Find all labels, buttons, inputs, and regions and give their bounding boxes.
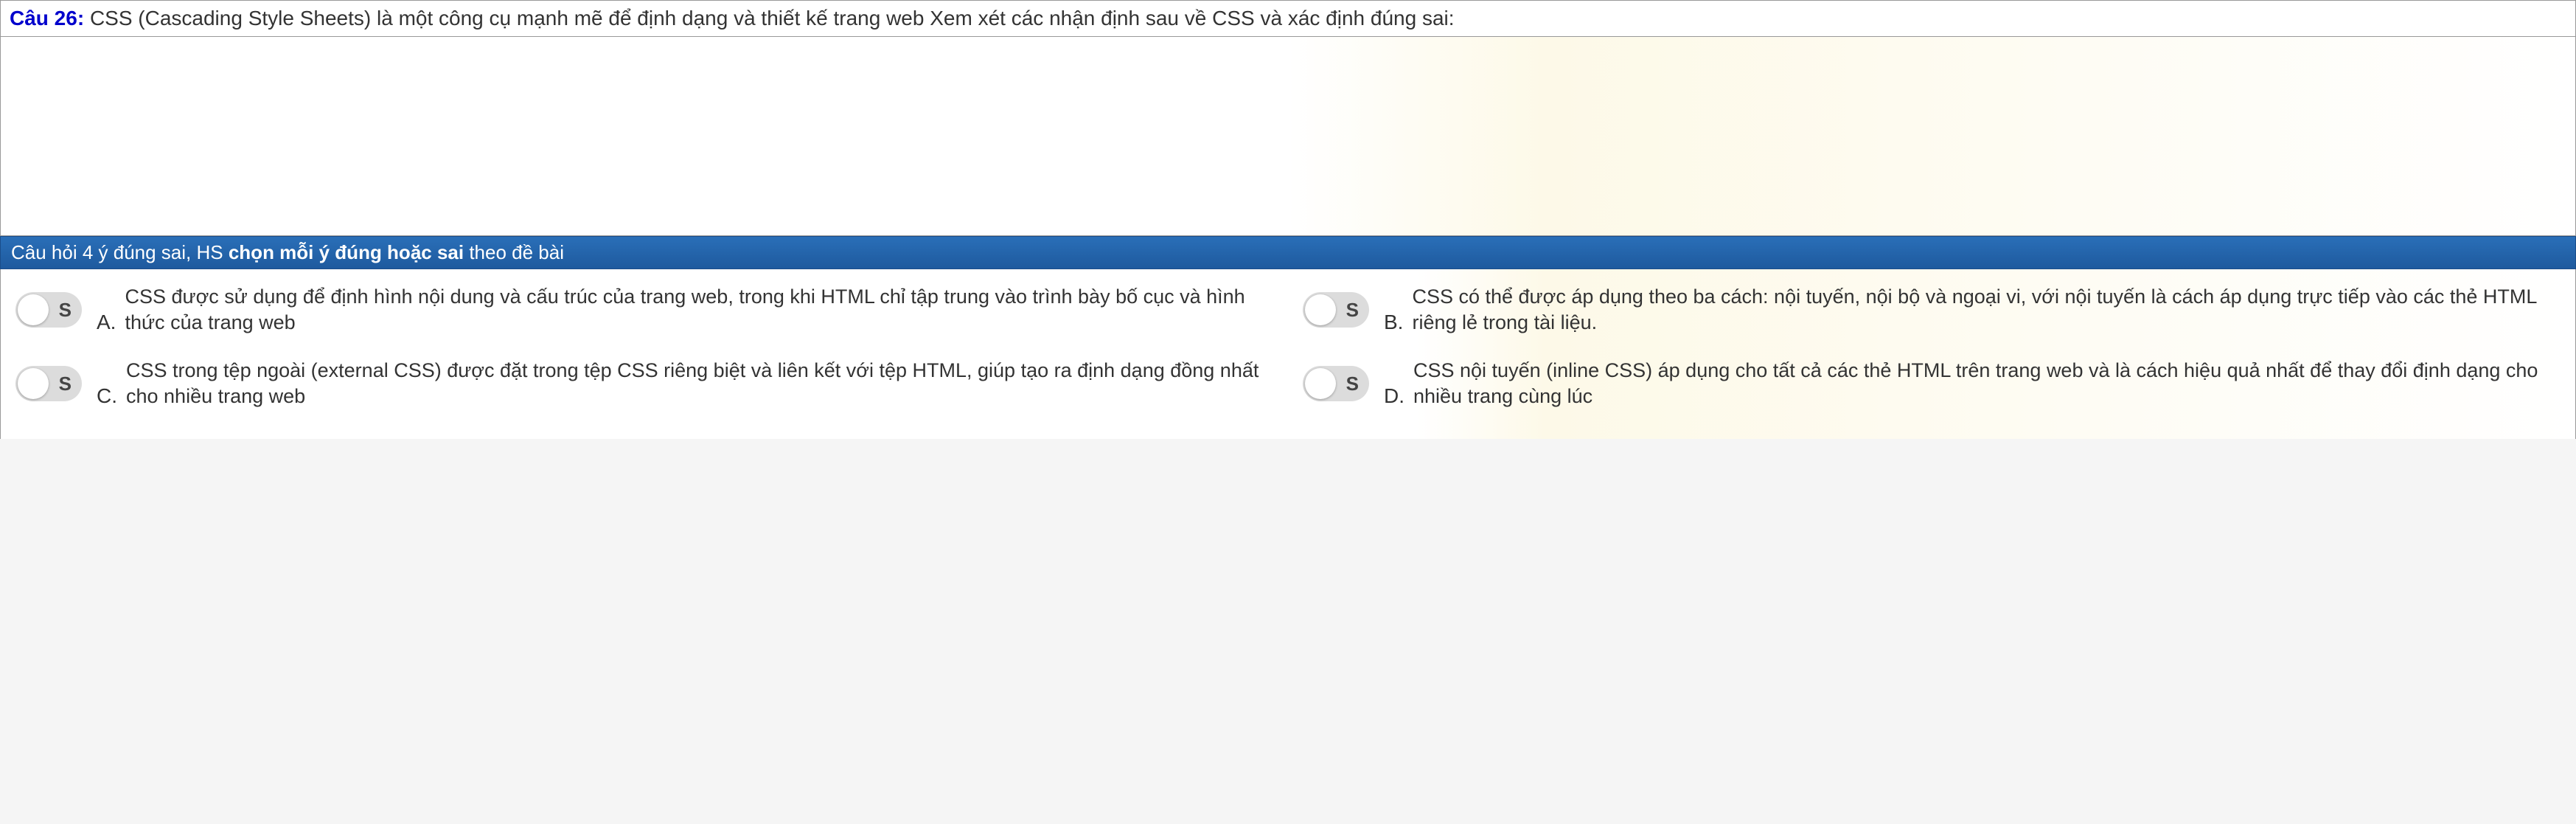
toggle-d[interactable]: S bbox=[1303, 366, 1369, 401]
answer-b: S B. CSS có thể được áp dụng theo ba các… bbox=[1288, 284, 2575, 336]
answer-letter-d: D. bbox=[1384, 384, 1404, 409]
question-header: Câu 26: CSS (Cascading Style Sheets) là … bbox=[0, 0, 2576, 37]
instruction-suffix: theo đề bài bbox=[464, 241, 564, 263]
answer-a: S A. CSS được sử dụng để định hình nội d… bbox=[1, 284, 1288, 336]
toggle-label: S bbox=[1346, 373, 1359, 395]
toggle-label: S bbox=[59, 373, 72, 395]
toggle-knob bbox=[1305, 368, 1336, 399]
answers-row-1: S A. CSS được sử dụng để định hình nội d… bbox=[1, 284, 2575, 336]
question-body-area bbox=[0, 37, 2576, 236]
question-text: CSS (Cascading Style Sheets) là một công… bbox=[90, 7, 1455, 30]
answer-text-c: CSS trong tệp ngoài (external CSS) được … bbox=[126, 358, 1273, 409]
toggle-knob bbox=[1305, 294, 1336, 325]
answers-row-2: S C. CSS trong tệp ngoài (external CSS) … bbox=[1, 358, 2575, 409]
toggle-c[interactable]: S bbox=[15, 366, 82, 401]
toggle-wrap-b: S bbox=[1303, 292, 1369, 328]
toggle-b[interactable]: S bbox=[1303, 292, 1369, 328]
toggle-label: S bbox=[1346, 299, 1359, 322]
instruction-prefix: Câu hỏi 4 ý đúng sai, HS bbox=[11, 241, 229, 263]
answer-d: S D. CSS nội tuyến (inline CSS) áp dụng … bbox=[1288, 358, 2575, 409]
answer-text-d: CSS nội tuyến (inline CSS) áp dụng cho t… bbox=[1413, 358, 2561, 409]
toggle-knob bbox=[18, 368, 49, 399]
toggle-wrap-c: S bbox=[15, 366, 82, 401]
toggle-wrap-a: S bbox=[15, 292, 82, 328]
answer-text-a: CSS được sử dụng để định hình nội dung v… bbox=[125, 284, 1273, 336]
answer-text-b: CSS có thể được áp dụng theo ba cách: nộ… bbox=[1412, 284, 2561, 336]
toggle-knob bbox=[18, 294, 49, 325]
answer-letter-a: A. bbox=[97, 311, 116, 336]
instruction-highlight: chọn mỗi ý đúng hoặc sai bbox=[229, 241, 464, 263]
answers-container: S A. CSS được sử dụng để định hình nội d… bbox=[0, 269, 2576, 439]
answer-letter-b: B. bbox=[1384, 311, 1403, 336]
toggle-wrap-d: S bbox=[1303, 366, 1369, 401]
answer-letter-c: C. bbox=[97, 384, 117, 409]
toggle-label: S bbox=[59, 299, 72, 322]
toggle-a[interactable]: S bbox=[15, 292, 82, 328]
question-number: Câu 26: bbox=[10, 7, 84, 30]
instruction-bar: Câu hỏi 4 ý đúng sai, HS chọn mỗi ý đúng… bbox=[0, 236, 2576, 269]
answer-c: S C. CSS trong tệp ngoài (external CSS) … bbox=[1, 358, 1288, 409]
